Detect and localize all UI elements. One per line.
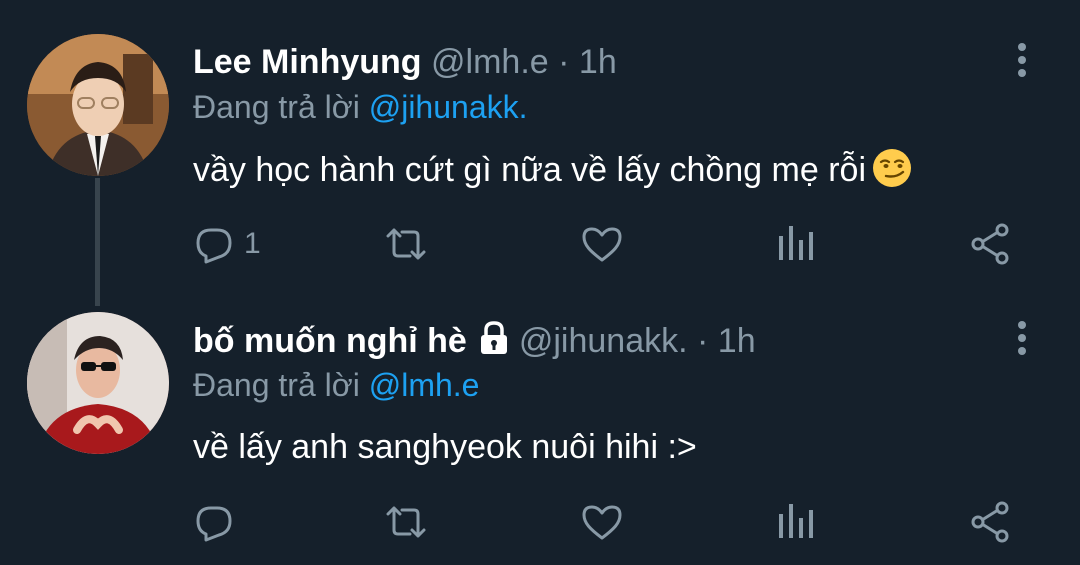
stats-icon bbox=[779, 226, 813, 260]
replying-to-mention[interactable]: @lmh.e bbox=[369, 367, 480, 403]
share-icon bbox=[971, 501, 1009, 543]
like-button[interactable] bbox=[580, 492, 624, 552]
retweet-button[interactable] bbox=[384, 214, 428, 274]
stats-button[interactable] bbox=[773, 214, 817, 274]
replying-to-label: Đang trả lời bbox=[193, 89, 360, 125]
like-button[interactable] bbox=[580, 214, 624, 274]
tweet-text: về lấy anh sanghyeok nuôi hihi :> bbox=[193, 426, 697, 468]
retweet-button[interactable] bbox=[384, 492, 428, 552]
tweet-body: về lấy anh sanghyeok nuôi hihi :> bbox=[193, 428, 697, 466]
smirking-face-emoji bbox=[872, 148, 912, 188]
reply-icon bbox=[196, 506, 232, 542]
avatar[interactable] bbox=[27, 312, 169, 454]
timestamp[interactable]: 1h bbox=[718, 322, 756, 360]
tweet[interactable]: bố muốn nghỉ hè @jihunakk. · 1h Đang trả… bbox=[0, 292, 1080, 565]
retweet-icon bbox=[386, 506, 426, 538]
tweet-actions: 1 bbox=[0, 214, 1080, 274]
more-icon[interactable] bbox=[1010, 40, 1034, 80]
lock-icon bbox=[480, 321, 507, 354]
tweet-header: Lee Minhyung @lmh.e · 1h bbox=[193, 42, 617, 82]
more-icon[interactable] bbox=[1010, 318, 1034, 358]
stats-button[interactable] bbox=[773, 492, 817, 552]
avatar-photo bbox=[27, 34, 169, 176]
share-button[interactable] bbox=[968, 492, 1012, 552]
separator-dot: · bbox=[558, 43, 570, 81]
tweet[interactable]: Lee Minhyung @lmh.e · 1h Đang trả lời @j… bbox=[0, 0, 1080, 306]
tweet-header: bố muốn nghỉ hè @jihunakk. · 1h bbox=[193, 320, 756, 361]
display-name[interactable]: Lee Minhyung bbox=[193, 43, 422, 81]
like-icon bbox=[582, 227, 622, 262]
replying-to: Đang trả lời @lmh.e bbox=[193, 366, 479, 404]
stats-icon bbox=[779, 504, 813, 538]
user-handle[interactable]: @lmh.e bbox=[431, 43, 549, 81]
tweet-text: vầy học hành cứt gì nữa về lấy chồng mẹ … bbox=[193, 148, 912, 191]
reply-count: 1 bbox=[244, 227, 261, 260]
like-icon bbox=[582, 505, 622, 540]
separator-dot: · bbox=[697, 322, 709, 360]
tweet-actions bbox=[0, 492, 1080, 552]
avatar[interactable] bbox=[27, 34, 169, 176]
replying-to-mention[interactable]: @jihunakk. bbox=[369, 89, 528, 125]
retweet-icon bbox=[386, 228, 426, 260]
reply-button[interactable] bbox=[192, 492, 236, 552]
avatar-photo bbox=[27, 312, 169, 454]
tweet-body: vầy học hành cứt gì nữa về lấy chồng mẹ … bbox=[193, 151, 866, 189]
timestamp[interactable]: 1h bbox=[579, 43, 617, 81]
replying-to: Đang trả lời @jihunakk. bbox=[193, 88, 528, 126]
replying-to-label: Đang trả lời bbox=[193, 367, 360, 403]
display-name[interactable]: bố muốn nghỉ hè bbox=[193, 322, 467, 360]
share-button[interactable] bbox=[968, 214, 1012, 274]
user-handle[interactable]: @jihunakk. bbox=[519, 322, 688, 360]
reply-icon bbox=[196, 228, 232, 264]
share-icon bbox=[971, 223, 1009, 265]
reply-button[interactable]: 1 bbox=[192, 214, 261, 274]
